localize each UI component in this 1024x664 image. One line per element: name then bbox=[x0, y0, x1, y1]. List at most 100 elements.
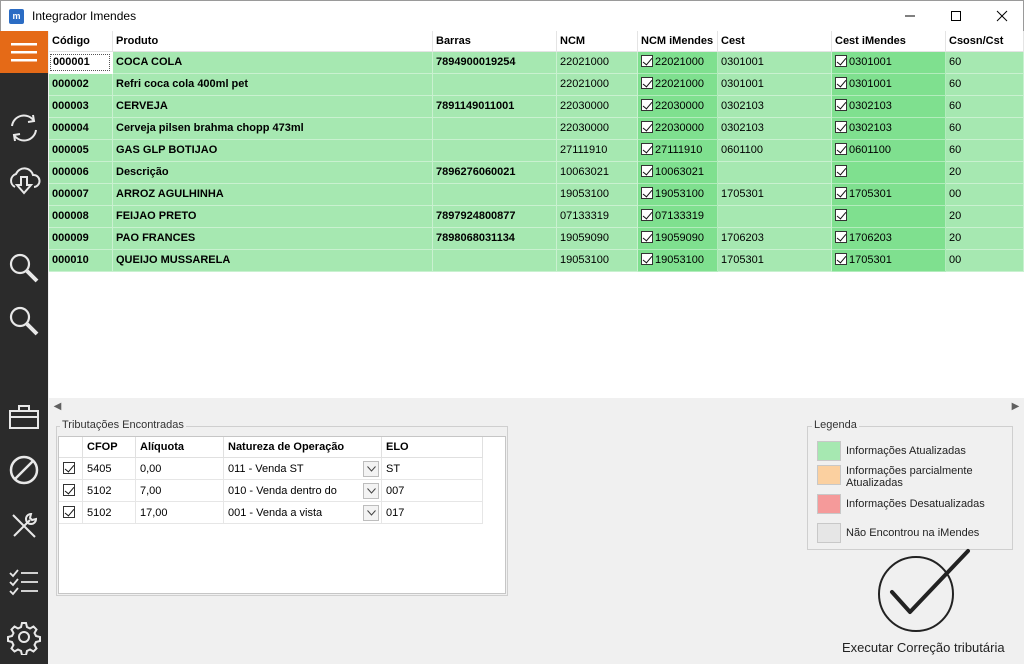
checkbox[interactable] bbox=[641, 99, 653, 111]
cell-barras[interactable]: 7898068031134 bbox=[433, 228, 557, 250]
download-button[interactable] bbox=[0, 158, 48, 204]
checkbox[interactable] bbox=[641, 143, 653, 155]
cell-ncm[interactable]: 19053100 bbox=[557, 184, 638, 206]
column-header-ncm[interactable]: NCM bbox=[557, 31, 638, 52]
cell-csosn[interactable]: 00 bbox=[946, 184, 1024, 206]
tools-button[interactable] bbox=[0, 503, 48, 549]
cell-produto[interactable]: ARROZ AGULHINHA bbox=[113, 184, 433, 206]
cell-produto[interactable]: PAO FRANCES bbox=[113, 228, 433, 250]
cell-csosn[interactable]: 60 bbox=[946, 96, 1024, 118]
cell-cest-imendes[interactable]: 0301001 bbox=[832, 52, 946, 74]
block-button[interactable] bbox=[0, 447, 48, 493]
cell-ncm-imendes[interactable]: 22021000 bbox=[638, 52, 718, 74]
cell-ncm[interactable]: 19053100 bbox=[557, 250, 638, 272]
checkbox[interactable] bbox=[641, 77, 653, 89]
cell-check[interactable] bbox=[59, 458, 83, 480]
cell-codigo[interactable]: 000001 bbox=[49, 52, 113, 74]
cell-codigo[interactable]: 000004 bbox=[49, 118, 113, 140]
cell-produto[interactable]: COCA COLA bbox=[113, 52, 433, 74]
column-header-cest-imendes[interactable]: Cest iMendes bbox=[832, 31, 946, 52]
checkbox[interactable] bbox=[641, 121, 653, 133]
table-row[interactable]: 000008 FEIJAO PRETO 7897924800877 07133319 0… bbox=[49, 206, 1024, 228]
cell-cfop[interactable]: 5102 bbox=[83, 502, 136, 524]
column-header-csosn[interactable]: Csosn/Cst bbox=[946, 31, 1024, 52]
cell-barras[interactable]: 7891149011001 bbox=[433, 96, 557, 118]
cell-ncm-imendes[interactable]: 22030000 bbox=[638, 96, 718, 118]
cell-produto[interactable]: CERVEJA bbox=[113, 96, 433, 118]
cell-codigo[interactable]: 000005 bbox=[49, 140, 113, 162]
cell-elo[interactable]: ST bbox=[382, 458, 483, 480]
cell-cest[interactable]: 0301001 bbox=[718, 52, 832, 74]
cell-cest[interactable] bbox=[718, 206, 832, 228]
checkbox[interactable] bbox=[835, 143, 847, 155]
dropdown-button[interactable] bbox=[363, 461, 379, 477]
cell-aliquota[interactable]: 17,00 bbox=[136, 502, 224, 524]
cell-barras[interactable] bbox=[433, 184, 557, 206]
column-header-ncm-imendes[interactable]: NCM iMendes bbox=[638, 31, 718, 52]
cell-ncm-imendes[interactable]: 19059090 bbox=[638, 228, 718, 250]
checkbox[interactable] bbox=[835, 253, 847, 265]
checkbox[interactable] bbox=[835, 55, 847, 67]
cell-elo[interactable]: 007 bbox=[382, 480, 483, 502]
column-header-natureza[interactable]: Natureza de Operação bbox=[224, 437, 382, 458]
cell-aliquota[interactable]: 7,00 bbox=[136, 480, 224, 502]
table-row[interactable]: 000005 GAS GLP BOTIJAO 27111910 27111910 060… bbox=[49, 140, 1024, 162]
cell-codigo[interactable]: 000009 bbox=[49, 228, 113, 250]
cell-codigo[interactable]: 000007 bbox=[49, 184, 113, 206]
table-row[interactable]: 000010 QUEIJO MUSSARELA 19053100 19053100 17… bbox=[49, 250, 1024, 272]
cell-produto[interactable]: GAS GLP BOTIJAO bbox=[113, 140, 433, 162]
cell-csosn[interactable]: 60 bbox=[946, 74, 1024, 96]
cell-cest[interactable]: 0302103 bbox=[718, 118, 832, 140]
cell-ncm-imendes[interactable]: 22021000 bbox=[638, 74, 718, 96]
cell-ncm[interactable]: 22030000 bbox=[557, 118, 638, 140]
cell-cest-imendes[interactable]: 0302103 bbox=[832, 118, 946, 140]
cell-csosn[interactable]: 20 bbox=[946, 162, 1024, 184]
cell-produto[interactable]: QUEIJO MUSSARELA bbox=[113, 250, 433, 272]
cell-produto[interactable]: Descrição bbox=[113, 162, 433, 184]
checkbox[interactable] bbox=[835, 209, 847, 221]
column-header-elo[interactable]: ELO bbox=[382, 437, 483, 458]
cell-codigo[interactable]: 000010 bbox=[49, 250, 113, 272]
cell-cest[interactable]: 0302103 bbox=[718, 96, 832, 118]
table-row[interactable]: 5102 7,00 010 - Venda dentro do 007 bbox=[59, 480, 483, 502]
table-row[interactable]: 5405 0,00 011 - Venda ST ST bbox=[59, 458, 483, 480]
cell-ncm[interactable]: 22021000 bbox=[557, 52, 638, 74]
checkbox[interactable] bbox=[835, 187, 847, 199]
cell-natureza[interactable]: 001 - Venda a vista bbox=[224, 502, 382, 524]
table-row[interactable]: 000007 ARROZ AGULHINHA 19053100 19053100 170… bbox=[49, 184, 1024, 206]
cell-cest-imendes[interactable]: 0301001 bbox=[832, 74, 946, 96]
cell-barras[interactable] bbox=[433, 118, 557, 140]
menu-button[interactable] bbox=[0, 31, 48, 73]
cell-natureza[interactable]: 011 - Venda ST bbox=[224, 458, 382, 480]
cell-cest-imendes[interactable]: 0302103 bbox=[832, 96, 946, 118]
cell-csosn[interactable]: 00 bbox=[946, 250, 1024, 272]
table-row[interactable]: 000006 Descrição 7896276060021 10063021 1006… bbox=[49, 162, 1024, 184]
cell-ncm-imendes[interactable]: 19053100 bbox=[638, 250, 718, 272]
cell-csosn[interactable]: 60 bbox=[946, 140, 1024, 162]
cell-produto[interactable]: Refri coca cola 400ml pet bbox=[113, 74, 433, 96]
refresh-button[interactable] bbox=[0, 105, 48, 151]
cell-cest[interactable]: 1705301 bbox=[718, 184, 832, 206]
table-row[interactable]: 000004 Cerveja pilsen brahma chopp 473ml 2… bbox=[49, 118, 1024, 140]
toolbox-button[interactable] bbox=[0, 393, 48, 439]
column-header-barras[interactable]: Barras bbox=[433, 31, 557, 52]
scroll-right-arrow-icon[interactable]: ▶ bbox=[1007, 398, 1024, 415]
cell-ncm-imendes[interactable]: 19053100 bbox=[638, 184, 718, 206]
checkbox[interactable] bbox=[63, 484, 75, 496]
dropdown-button[interactable] bbox=[363, 505, 379, 521]
settings-button[interactable] bbox=[0, 614, 48, 660]
checkbox[interactable] bbox=[63, 506, 75, 518]
cell-cfop[interactable]: 5102 bbox=[83, 480, 136, 502]
cell-elo[interactable]: 017 bbox=[382, 502, 483, 524]
products-grid[interactable]: Código Produto Barras NCM NCM iMendes Ce… bbox=[49, 31, 1024, 398]
cell-cest-imendes[interactable]: 1706203 bbox=[832, 228, 946, 250]
column-header-cfop[interactable]: CFOP bbox=[83, 437, 136, 458]
cell-codigo[interactable]: 000003 bbox=[49, 96, 113, 118]
cell-cest-imendes[interactable] bbox=[832, 206, 946, 228]
scroll-left-arrow-icon[interactable]: ◀ bbox=[49, 398, 66, 415]
column-header-codigo[interactable]: Código bbox=[49, 31, 113, 52]
cell-codigo[interactable]: 000006 bbox=[49, 162, 113, 184]
cell-cest[interactable]: 0301001 bbox=[718, 74, 832, 96]
cell-cest-imendes[interactable] bbox=[832, 162, 946, 184]
table-row[interactable]: 000003 CERVEJA 7891149011001 22030000 220300… bbox=[49, 96, 1024, 118]
